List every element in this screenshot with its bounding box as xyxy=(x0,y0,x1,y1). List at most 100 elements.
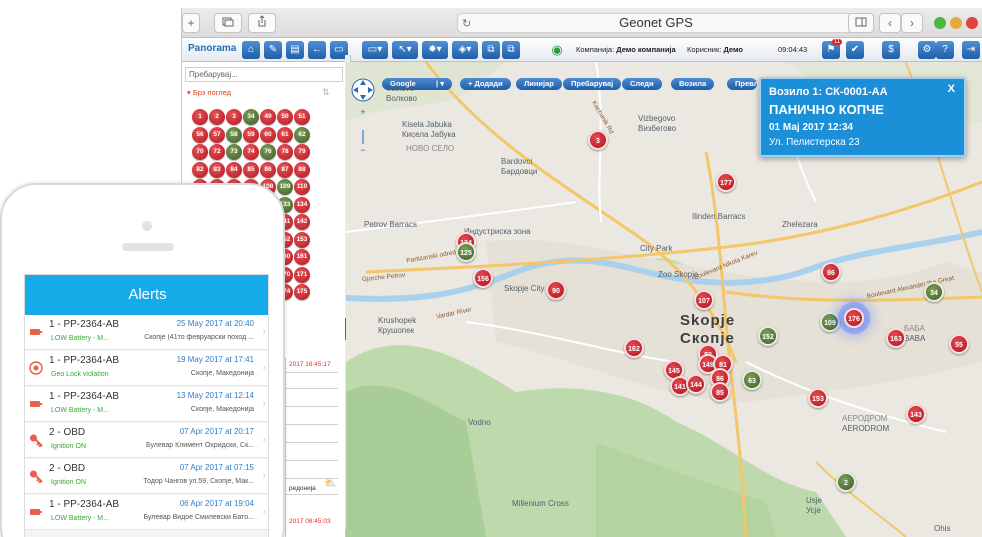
vehicle-pin[interactable]: 144 xyxy=(686,374,706,394)
reload-icon[interactable]: ↻ xyxy=(462,15,471,33)
vehicle-badge[interactable]: 175 xyxy=(294,284,310,300)
vehicle-pin[interactable]: 156 xyxy=(473,268,493,288)
add-button[interactable]: + Додади xyxy=(460,78,511,90)
vehicle-badge[interactable]: 72 xyxy=(209,144,225,160)
forward-button[interactable]: › xyxy=(901,13,923,33)
windows-icon[interactable]: ⧉ xyxy=(482,41,500,59)
vehicle-pin[interactable]: 162 xyxy=(624,338,644,358)
pointer-dropdown-icon[interactable]: ↖▾ xyxy=(392,41,418,59)
vehicle-pin[interactable]: 85 xyxy=(710,382,730,402)
vehicle-badge[interactable]: 51 xyxy=(294,109,310,125)
vehicle-badge[interactable]: 161 xyxy=(294,249,310,265)
vehicle-badge[interactable]: 74 xyxy=(243,144,259,160)
vehicle-pin[interactable]: 143 xyxy=(906,404,926,424)
vehicle-pin[interactable]: 152 xyxy=(758,326,778,346)
tools-icon[interactable]: ✎ xyxy=(264,41,282,59)
home-icon[interactable]: ⌂ xyxy=(242,41,260,59)
tabs-overview-button[interactable] xyxy=(214,13,242,33)
vehicle-pin[interactable]: 163 xyxy=(886,328,906,348)
vehicle-badge[interactable]: 86 xyxy=(260,161,276,178)
back-button[interactable]: ‹ xyxy=(879,13,901,33)
settings-dropdown-icon[interactable]: ✹▾ xyxy=(422,41,448,59)
vehicle-badge[interactable]: 1 xyxy=(192,109,208,125)
vehicle-pin[interactable]: 90 xyxy=(546,280,566,300)
vehicle-pin[interactable]: 109 xyxy=(820,312,840,332)
vehicle-pin[interactable]: 86 xyxy=(821,262,841,282)
alert-item[interactable]: 2 - OBD Ignition ON 07 Apr 2017 at 07:15 То… xyxy=(25,459,268,494)
vehicle-pin[interactable]: 2 xyxy=(836,472,856,492)
popup-close-button[interactable]: X xyxy=(948,83,955,95)
vehicle-pin[interactable]: 125 xyxy=(456,242,476,262)
alert-item[interactable]: 1 - PP-2364-AB LOW Battery - M... 06 Apr 2… xyxy=(25,495,268,530)
vehicle-pin[interactable]: 63 xyxy=(742,370,762,390)
settings-gear-icon[interactable]: ⚙ xyxy=(918,41,936,59)
search-map-button[interactable]: Пребарувај xyxy=(563,78,622,90)
vehicle-badge[interactable]: 171 xyxy=(294,266,310,283)
alert-item[interactable]: 1 - PP-2364-AB Geo Lock violation 19 May 2… xyxy=(25,351,268,386)
screen-dropdown-icon[interactable]: ▭▾ xyxy=(362,41,388,59)
vehicle-badge[interactable]: 78 xyxy=(277,144,293,160)
vehicle-badge[interactable]: 49 xyxy=(260,109,276,125)
zoom-out-button[interactable]: − xyxy=(358,144,368,156)
vehicle-badge[interactable]: 76 xyxy=(260,144,276,160)
vehicles-button[interactable]: Возила xyxy=(671,78,715,90)
vehicle-badge[interactable]: 83 xyxy=(209,161,225,178)
vehicle-badge[interactable]: 142 xyxy=(294,214,310,230)
vehicle-badge[interactable]: 2 xyxy=(209,109,225,125)
alert-item[interactable]: 1 - PP-2364-AB LOW Battery - M... 13 May 2… xyxy=(25,387,268,422)
vehicle-badge[interactable]: 153 xyxy=(294,231,310,248)
map-pan-control[interactable] xyxy=(351,78,375,102)
back-arrow-icon[interactable]: ← xyxy=(308,41,326,59)
zoom-in-button[interactable]: + xyxy=(358,106,368,118)
vehicle-badge[interactable]: 84 xyxy=(226,161,242,178)
vehicle-badge[interactable]: 87 xyxy=(277,161,293,178)
vehicle-pin[interactable]: 34 xyxy=(924,282,944,302)
tasks-icon[interactable]: ✔ xyxy=(846,41,864,59)
follow-button[interactable]: Следи xyxy=(622,78,662,90)
address-bar[interactable]: ↻ Geonet GPS xyxy=(457,13,855,33)
reports-icon[interactable]: ▤ xyxy=(286,41,304,59)
share-button[interactable] xyxy=(248,13,276,33)
vehicle-badge[interactable]: 61 xyxy=(277,126,293,143)
window-minimize-button[interactable] xyxy=(950,17,962,29)
vehicle-badge[interactable]: 58 xyxy=(226,126,242,143)
ruler-button[interactable]: Линијар xyxy=(516,78,562,90)
vehicle-badge[interactable]: 34 xyxy=(243,109,259,125)
vehicle-pin[interactable]: 153 xyxy=(808,388,828,408)
new-tab-button[interactable]: + xyxy=(182,13,200,33)
sidebar-toggle-button[interactable] xyxy=(848,13,874,33)
vehicle-pin[interactable]: 3 xyxy=(588,130,608,150)
vehicle-pin[interactable]: 176 xyxy=(844,308,864,328)
vehicle-badge[interactable]: 82 xyxy=(192,161,208,178)
vehicle-badge[interactable]: 109 xyxy=(277,179,293,195)
vehicle-badge[interactable]: 57 xyxy=(209,126,225,143)
alert-item[interactable]: 2 - OBD Ignition ON 07 Apr 2017 at 20:17 Бу… xyxy=(25,423,268,458)
logout-icon[interactable]: ⇥ xyxy=(962,41,980,59)
layers-dropdown-icon[interactable]: ◈▾ xyxy=(452,41,478,59)
cascade-icon[interactable]: ⧉ xyxy=(502,41,520,59)
zoom-slider[interactable] xyxy=(362,130,364,144)
vehicle-badge[interactable]: 62 xyxy=(294,126,310,143)
vehicle-badge[interactable]: 73 xyxy=(226,144,242,160)
vehicle-badge[interactable]: 59 xyxy=(243,126,259,143)
vehicle-badge[interactable]: 88 xyxy=(294,161,310,178)
vehicle-badge[interactable]: 79 xyxy=(294,144,310,160)
vehicle-badge[interactable]: 60 xyxy=(260,126,276,143)
vehicle-badge[interactable]: 3 xyxy=(226,109,242,125)
vehicle-badge[interactable]: 85 xyxy=(243,161,259,178)
window-maximize-button[interactable] xyxy=(934,17,946,29)
sort-icon[interactable]: ⇅ xyxy=(322,87,330,98)
vehicle-badge[interactable]: 50 xyxy=(277,109,293,125)
alert-item[interactable]: 1 - PP-2364-AB LOW Battery - M... 25 May 2… xyxy=(25,315,268,350)
vehicle-search-input[interactable]: Пребарувај... xyxy=(185,67,343,82)
vehicle-pin[interactable]: 107 xyxy=(694,290,714,310)
window-close-button[interactable] xyxy=(966,17,978,29)
vehicle-badge[interactable]: 70 xyxy=(192,144,208,160)
vehicle-pin[interactable]: 177 xyxy=(716,172,736,192)
help-button[interactable]: ? xyxy=(936,41,954,59)
vehicle-badge[interactable]: 134 xyxy=(294,196,310,213)
quick-view-toggle[interactable]: ▾ Брз поглед xyxy=(187,88,231,97)
billing-button[interactable]: $ xyxy=(882,41,900,59)
vehicle-badge[interactable]: 110 xyxy=(294,179,310,195)
vehicle-badge[interactable]: 56 xyxy=(192,126,208,143)
